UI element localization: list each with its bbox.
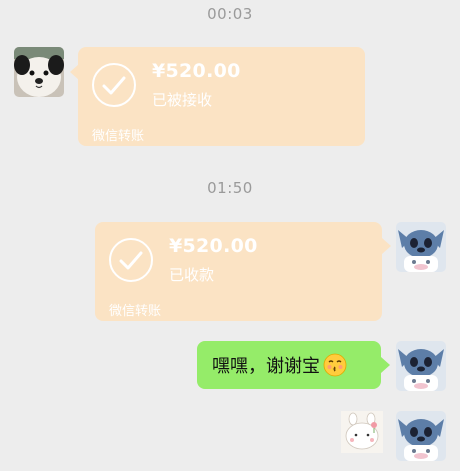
self-avatar[interactable] — [396, 411, 446, 461]
message-text: 嘿嘿，谢谢宝 — [212, 356, 320, 377]
bunny-sticker-icon — [341, 411, 383, 453]
transfer-amount: ¥520.00 — [152, 60, 241, 82]
stitch-avatar-icon — [396, 411, 446, 461]
sticker-message[interactable] — [341, 411, 383, 453]
transfer-status: 已收款 — [169, 266, 215, 284]
timestamp: 00:03 — [207, 5, 253, 23]
transfer-amount: ¥520.00 — [169, 235, 258, 257]
transfer-card-received[interactable]: ¥520.00 已被接收 微信转账 — [78, 47, 365, 146]
self-avatar[interactable] — [396, 341, 446, 391]
bubble-tail — [382, 238, 391, 254]
self-avatar[interactable] — [396, 222, 446, 272]
puppy-avatar-icon — [14, 47, 64, 97]
kissing-face-emoji-icon — [323, 353, 347, 377]
check-circle-icon — [109, 238, 153, 282]
transfer-card-accepted[interactable]: ¥520.00 已收款 微信转账 — [95, 222, 382, 321]
stitch-avatar-icon — [396, 341, 446, 391]
timestamp: 01:50 — [207, 179, 253, 197]
contact-avatar[interactable] — [14, 47, 64, 97]
transfer-status: 已被接收 — [152, 91, 213, 109]
text-message-bubble[interactable]: 嘿嘿，谢谢宝 — [197, 341, 381, 389]
transfer-footer: 微信转账 — [109, 304, 162, 319]
stitch-avatar-icon — [396, 222, 446, 272]
transfer-footer: 微信转账 — [92, 129, 145, 144]
bubble-tail — [381, 357, 390, 373]
check-circle-icon — [92, 63, 136, 107]
